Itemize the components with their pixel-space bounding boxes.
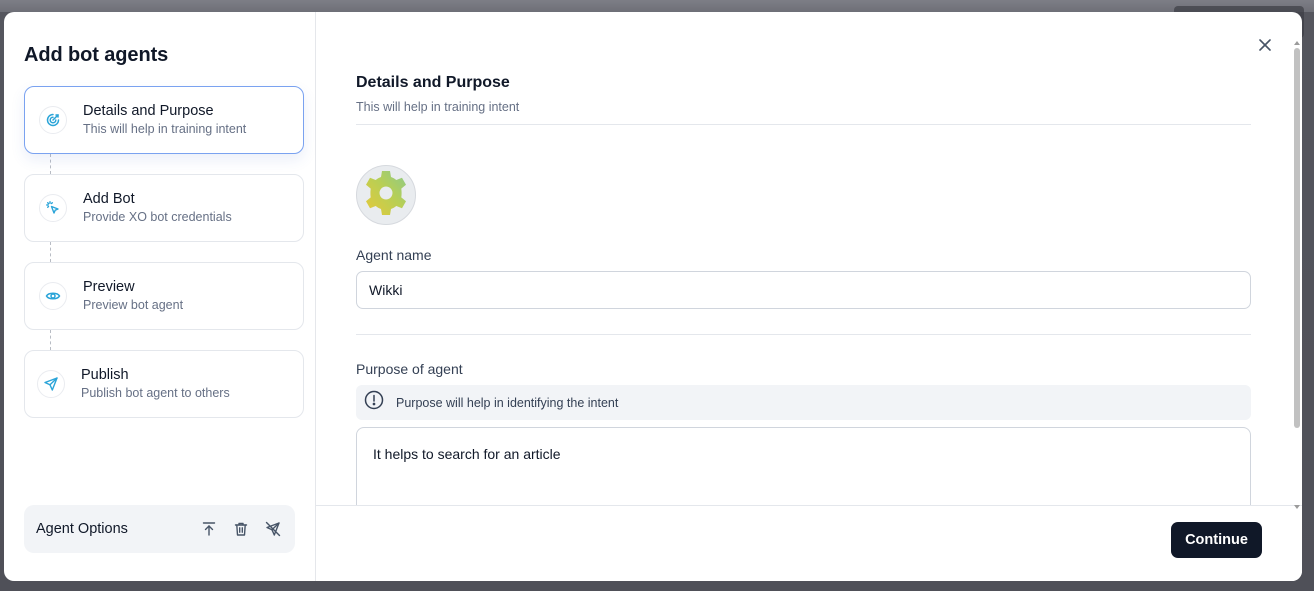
continue-button[interactable]: Continue — [1171, 522, 1262, 558]
gear-icon — [359, 166, 413, 225]
step-details-and-purpose[interactable]: Details and Purpose This will help in tr… — [24, 86, 304, 154]
step-subtitle: Preview bot agent — [83, 298, 184, 312]
form-content: Details and Purpose This will help in tr… — [356, 74, 1251, 522]
add-bot-agents-modal: Add bot agents Details and Purpose This … — [4, 12, 1302, 581]
stepper-sidebar: Add bot agents Details and Purpose This … — [4, 12, 316, 581]
step-connector — [50, 154, 51, 174]
scroll-down-icon[interactable] — [1294, 504, 1300, 510]
agent-name-input[interactable] — [356, 271, 1251, 309]
purpose-info-text: Purpose will help in identifying the int… — [396, 395, 619, 410]
field-divider — [356, 334, 1251, 335]
scroll-up-icon[interactable] — [1294, 40, 1300, 46]
section-title: Details and Purpose — [356, 74, 510, 91]
scrollbar-thumb[interactable] — [1294, 48, 1300, 428]
step-add-bot[interactable]: Add Bot Provide XO bot credentials — [24, 174, 304, 242]
purpose-textarea[interactable]: It helps to search for an article — [356, 427, 1251, 517]
purpose-info-banner: Purpose will help in identifying the int… — [356, 385, 1251, 420]
step-publish[interactable]: Publish Publish bot agent to others — [24, 350, 304, 418]
send-off-icon[interactable] — [263, 519, 283, 539]
upload-icon[interactable] — [199, 519, 219, 539]
info-icon — [364, 390, 384, 415]
step-preview[interactable]: Preview Preview bot agent — [24, 262, 304, 330]
step-title: Details and Purpose — [83, 103, 214, 119]
purpose-label: Purpose of agent — [356, 361, 463, 377]
agent-options-bar: Agent Options — [24, 505, 295, 553]
step-title: Preview — [83, 279, 135, 295]
step-subtitle: This will help in training intent — [83, 122, 247, 136]
send-icon — [37, 370, 65, 398]
eye-icon — [39, 282, 67, 310]
details-panel: Details and Purpose This will help in tr… — [316, 12, 1302, 581]
cursor-click-icon — [39, 194, 67, 222]
step-connector — [50, 242, 51, 262]
step-connector — [50, 330, 51, 350]
modal-title: Add bot agents — [24, 44, 169, 66]
step-title: Add Bot — [83, 191, 135, 207]
section-divider — [356, 124, 1251, 125]
target-icon — [39, 106, 67, 134]
trash-icon[interactable] — [231, 519, 251, 539]
modal-footer: Continue — [316, 505, 1302, 581]
agent-avatar[interactable] — [356, 165, 416, 225]
step-subtitle: Provide XO bot credentials — [83, 210, 232, 224]
agent-name-label: Agent name — [356, 247, 432, 263]
step-title: Publish — [81, 367, 129, 383]
vertical-scrollbar[interactable] — [1293, 40, 1301, 510]
close-icon[interactable] — [1255, 35, 1275, 55]
agent-options-label: Agent Options — [36, 521, 128, 537]
section-subtitle: This will help in training intent — [356, 100, 520, 114]
step-subtitle: Publish bot agent to others — [81, 386, 230, 400]
